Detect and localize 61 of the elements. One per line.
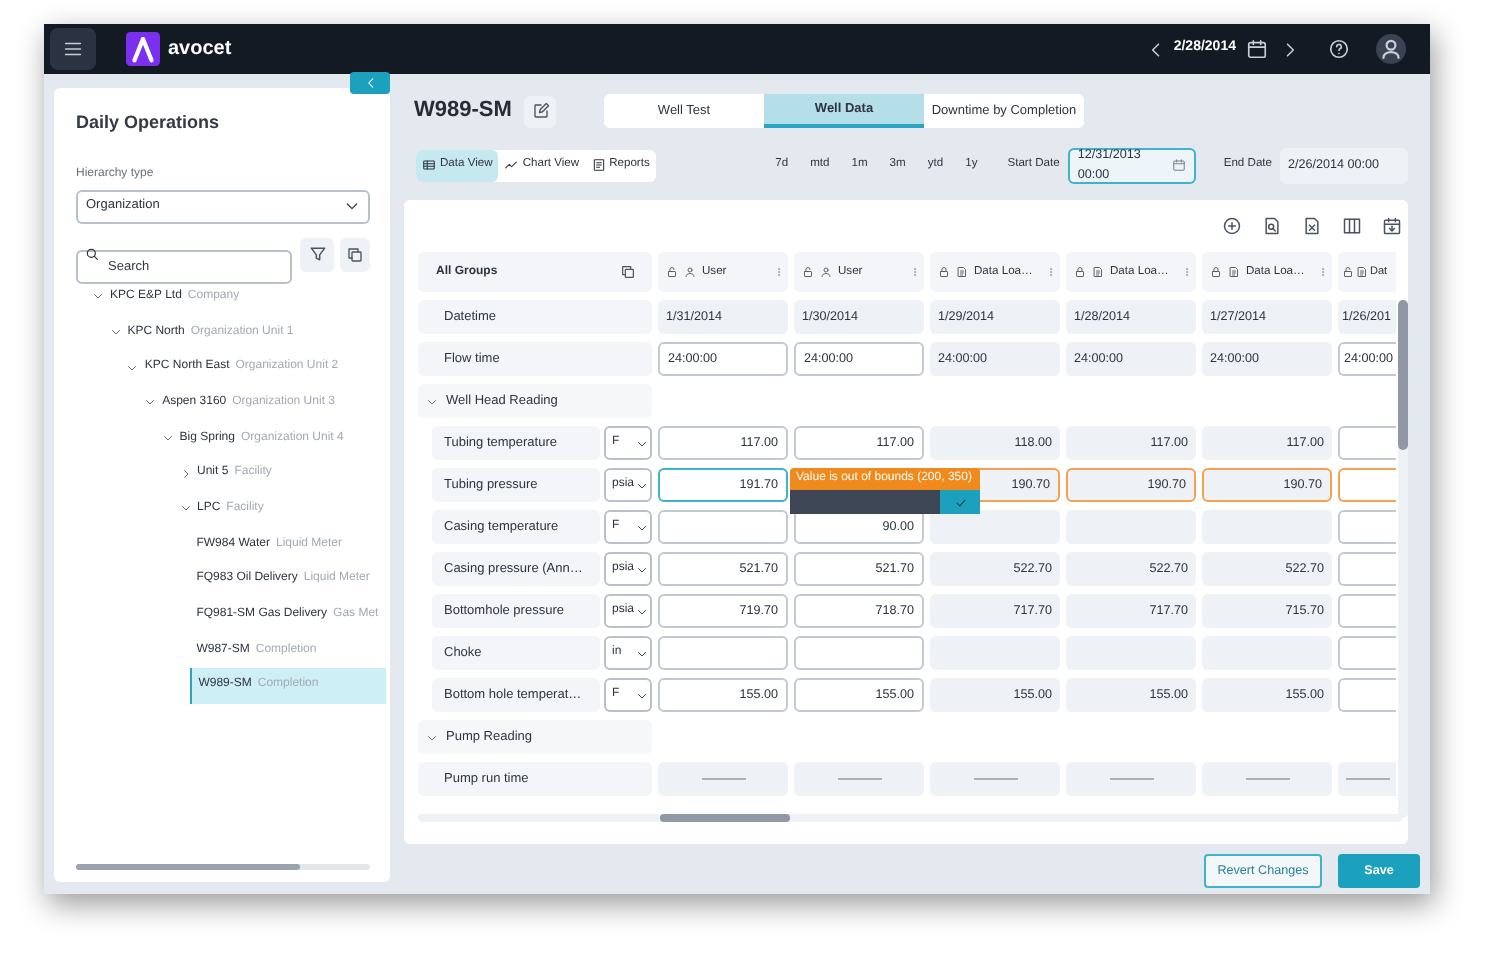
columns-icon[interactable] [1342, 216, 1362, 236]
document-icon [1356, 266, 1368, 278]
document-icon [1228, 266, 1240, 278]
help-icon[interactable] [1328, 38, 1350, 60]
empty-value-dash [1345, 778, 1389, 780]
sidebar-title: Daily Operations [76, 110, 222, 136]
table-icon [422, 158, 436, 172]
document-search-icon[interactable] [1262, 216, 1282, 236]
input-field[interactable] [790, 490, 940, 514]
input-field[interactable] [1338, 426, 1396, 460]
input-field[interactable] [1338, 552, 1396, 586]
caret-icon [636, 647, 648, 659]
filter-button[interactable] [300, 237, 335, 271]
edit-button[interactable] [524, 95, 556, 127]
caret-icon [636, 563, 648, 575]
table-cell [930, 510, 1060, 544]
input-field[interactable] [1338, 594, 1396, 628]
app-name: avocet [168, 36, 232, 64]
caret-icon [636, 479, 648, 491]
empty-value-dash [837, 778, 881, 780]
document-icon [1092, 266, 1104, 278]
empty-value-dash [701, 778, 745, 780]
empty-value-dash [1109, 778, 1153, 780]
collapse-button[interactable] [350, 72, 390, 94]
chart-icon [504, 158, 519, 172]
page-title: W989-SM [414, 96, 514, 127]
caret-icon [636, 521, 648, 533]
caret-icon [636, 689, 648, 701]
report-icon [591, 158, 606, 172]
chevron-left-icon [363, 76, 377, 90]
check-icon [953, 495, 967, 509]
input-field[interactable] [1338, 510, 1396, 544]
document-icon [956, 266, 968, 278]
edit-icon [531, 102, 549, 120]
caret-icon [636, 437, 648, 449]
input-field[interactable] [1338, 678, 1396, 712]
calendar-icon [1171, 158, 1186, 172]
user-icon [820, 266, 832, 278]
user-icon [684, 266, 696, 278]
caret-icon [636, 605, 648, 617]
calendar-icon[interactable] [1382, 216, 1402, 236]
empty-value-dash [973, 778, 1017, 780]
logo-icon [126, 32, 160, 66]
document-close-icon[interactable] [1302, 216, 1322, 236]
input-field[interactable] [1338, 468, 1396, 502]
empty-value-dash [1245, 778, 1289, 780]
add-icon[interactable] [1222, 216, 1242, 236]
input-field[interactable] [658, 636, 788, 670]
input-field[interactable] [658, 510, 788, 544]
copy-icon [346, 245, 365, 263]
menu-icon [62, 38, 84, 60]
filter-icon [307, 244, 328, 264]
caret-icon [344, 198, 360, 214]
input-field[interactable] [794, 636, 924, 670]
menu-button[interactable] [50, 28, 96, 70]
input-field[interactable] [1338, 636, 1396, 670]
confirm-button[interactable] [940, 490, 980, 514]
search-icon [84, 246, 100, 262]
avatar-icon[interactable] [1376, 34, 1406, 64]
copy-button[interactable] [340, 237, 370, 271]
copy-icon[interactable] [620, 264, 636, 280]
